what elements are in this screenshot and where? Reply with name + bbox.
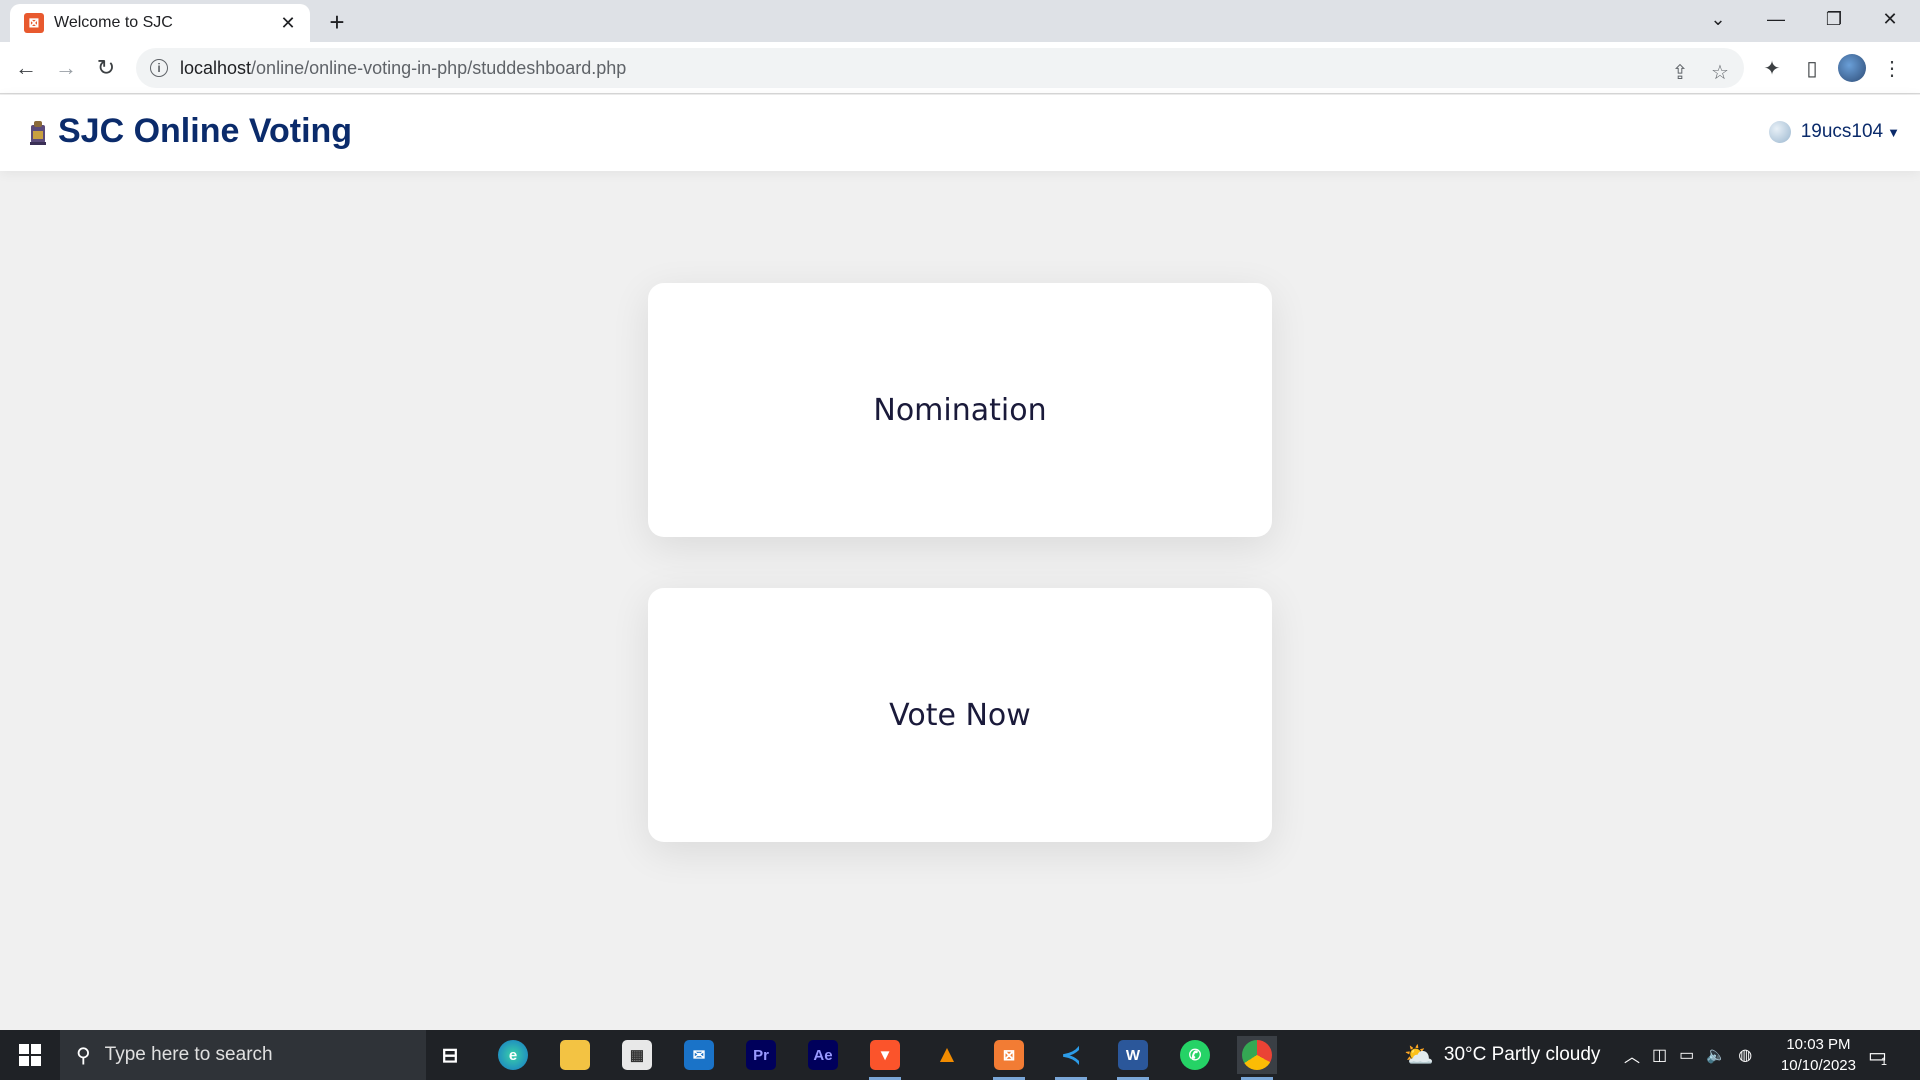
browser-toolbar: ← → ↻ i localhost/online/online-voting-i… xyxy=(0,42,1920,94)
xampp-favicon-icon: ⊠ xyxy=(24,13,44,33)
weather-text: 30°C Partly cloudy xyxy=(1443,1044,1601,1065)
close-window-button[interactable]: ✕ xyxy=(1862,0,1918,38)
weather-widget[interactable]: ⛅ 30°C Partly cloudy xyxy=(1404,1030,1600,1080)
mail-icon[interactable]: ✉ xyxy=(679,1036,719,1074)
profile-avatar[interactable] xyxy=(1836,52,1868,84)
minimize-button[interactable]: — xyxy=(1748,0,1804,38)
browser-menu-icon[interactable]: ⋮ xyxy=(1876,52,1908,84)
system-tray: ︿ ◫ ▭ 🔈 ◍ xyxy=(1624,1030,1752,1080)
camera-icon[interactable]: ◫ xyxy=(1652,1045,1667,1065)
clock[interactable]: 10:03 PM 10/10/2023 xyxy=(1781,1034,1856,1076)
chevron-down-icon: ▼ xyxy=(1887,124,1900,140)
user-dropdown[interactable]: 19ucs104 ▼ xyxy=(1768,121,1900,143)
whatsapp-icon[interactable]: ✆ xyxy=(1175,1036,1215,1074)
browser-tab[interactable]: ⊠ Welcome to SJC ✕ xyxy=(10,4,310,42)
address-bar[interactable]: i localhost/online/online-voting-in-php/… xyxy=(136,48,1744,88)
word-icon[interactable]: W xyxy=(1113,1036,1153,1080)
share-icon[interactable]: ⇪ xyxy=(1666,58,1694,86)
taskbar-search-box[interactable]: ⚲ Type here to search xyxy=(60,1030,426,1080)
notifications-button[interactable]: ▭ 1 xyxy=(1868,1030,1887,1080)
site-info-icon[interactable]: i xyxy=(150,59,168,77)
new-tab-button[interactable]: + xyxy=(322,8,352,38)
start-button[interactable] xyxy=(0,1030,60,1080)
brave-icon[interactable]: ▼ xyxy=(865,1036,905,1080)
microsoft-store-icon[interactable]: ▦ xyxy=(617,1036,657,1074)
notification-count: 1 xyxy=(1880,1056,1888,1068)
chrome-icon[interactable] xyxy=(1237,1036,1277,1080)
windows-taskbar: ⚲ Type here to search ⊟ e ▦ ✉ Pr Ae ▼ ▲ … xyxy=(0,1030,1920,1080)
bookmark-star-icon[interactable]: ☆ xyxy=(1706,58,1734,86)
task-view-icon[interactable]: ⊟ xyxy=(430,1036,470,1074)
vlc-icon[interactable]: ▲ xyxy=(927,1036,967,1074)
file-explorer-icon[interactable] xyxy=(555,1036,595,1074)
reload-icon[interactable]: ↻ xyxy=(90,52,122,84)
xampp-icon[interactable]: ⊠ xyxy=(989,1036,1029,1080)
restore-button[interactable]: ❐ xyxy=(1806,0,1862,38)
search-placeholder: Type here to search xyxy=(104,1044,273,1065)
side-panel-icon[interactable]: ▯ xyxy=(1796,52,1828,84)
windows-logo-icon xyxy=(19,1044,41,1066)
edge-icon[interactable]: e xyxy=(493,1036,533,1074)
site-navbar: SJC Online Voting 19ucs104 ▼ xyxy=(0,95,1920,171)
url-host: localhost xyxy=(180,57,252,78)
tab-search-icon[interactable]: ⌄ xyxy=(1690,0,1746,38)
tab-close-icon[interactable]: ✕ xyxy=(278,13,298,34)
volume-icon[interactable]: 🔈 xyxy=(1706,1045,1726,1065)
tab-title: Welcome to SJC xyxy=(54,14,173,31)
after-effects-icon[interactable]: Ae xyxy=(803,1036,843,1074)
nomination-card[interactable]: Nomination xyxy=(648,283,1272,537)
extensions-icon[interactable]: ✦ xyxy=(1756,52,1788,84)
browser-tab-strip: ⊠ Welcome to SJC ✕ + ⌄ — ❐ ✕ xyxy=(0,0,1920,42)
forward-icon[interactable]: → xyxy=(50,52,82,84)
clock-date: 10/10/2023 xyxy=(1780,1057,1856,1074)
search-icon: ⚲ xyxy=(76,1044,91,1067)
vscode-icon[interactable]: ≺ xyxy=(1051,1036,1091,1080)
user-avatar-icon xyxy=(1768,121,1791,143)
premiere-pro-icon[interactable]: Pr xyxy=(741,1036,781,1074)
battery-icon[interactable]: ▭ xyxy=(1679,1045,1694,1065)
username: 19ucs104 xyxy=(1800,121,1884,142)
url-text: localhost/online/online-voting-in-php/st… xyxy=(180,58,626,79)
vote-now-card[interactable]: Vote Now xyxy=(648,588,1272,842)
college-logo-icon xyxy=(30,121,46,145)
show-hidden-icons-icon[interactable]: ︿ xyxy=(1624,1043,1640,1067)
clock-time: 10:03 PM xyxy=(1786,1036,1851,1053)
back-icon[interactable]: ← xyxy=(10,52,42,84)
network-globe-icon[interactable]: ◍ xyxy=(1738,1045,1752,1065)
partly-cloudy-icon: ⛅ xyxy=(1404,1041,1434,1069)
url-path: /online/online-voting-in-php/studdeshboa… xyxy=(251,57,627,78)
brand-title[interactable]: SJC Online Voting xyxy=(58,112,352,151)
